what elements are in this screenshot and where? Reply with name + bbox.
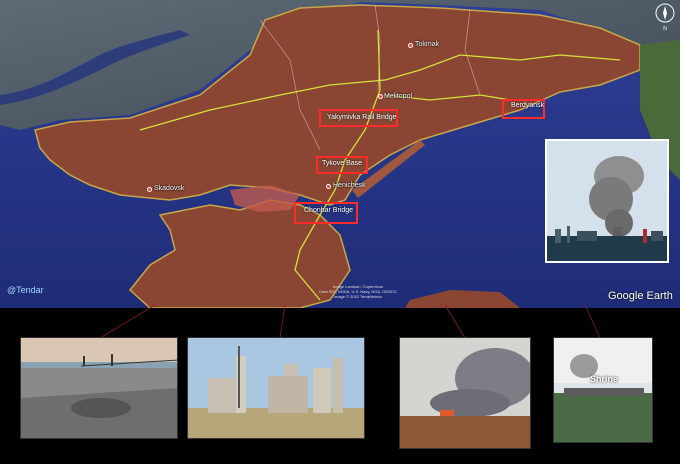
photo-smoke-field[interactable] <box>399 337 531 449</box>
photo-grain-elevators[interactable] <box>187 337 365 439</box>
place-henichesk: Henichesk <box>333 182 366 189</box>
watermark: @Tendar <box>7 285 44 295</box>
photo-caption: Shrine <box>590 374 619 384</box>
place-melitopol: Melitopol <box>384 93 413 100</box>
place-skadovsk: Skadovsk <box>154 185 185 192</box>
elevator-photo <box>188 338 364 438</box>
melitopol-dot <box>378 94 383 99</box>
inset-photo[interactable] <box>545 139 669 263</box>
field-smoke-photo <box>400 338 530 448</box>
target-chonhar-label: Chonhar Bridge <box>304 207 354 214</box>
photo-smoke-distance[interactable]: Shrine <box>553 337 653 443</box>
distant-smoke-photo <box>554 338 652 442</box>
target-tykove-label: Tykove Base <box>322 160 363 167</box>
svg-text:N: N <box>663 26 667 32</box>
photo-bridge-damage[interactable] <box>20 337 178 439</box>
compass-icon[interactable]: N <box>654 2 676 32</box>
attribution-line: Image © 2022 TerraMetrics <box>333 294 383 299</box>
google-earth-logo: Google Earth <box>608 290 673 302</box>
target-berdyansk-label: Berdyansk <box>511 102 545 109</box>
smoke-plume-photo <box>547 141 667 261</box>
skadovsk-dot <box>147 187 152 192</box>
road-photo <box>21 338 177 438</box>
map-composite: N Tokmak Melitopol Skadovsk Henichesk Ya… <box>0 0 680 464</box>
tokmak-dot <box>408 43 413 48</box>
henichesk-dot <box>326 184 331 189</box>
target-yakymivka-label: Yakymivka Rail Bridge <box>327 114 397 121</box>
attribution: Image Landsat / Copernicus Data SIO, NOA… <box>298 284 418 299</box>
place-tokmak: Tokmak <box>415 41 440 48</box>
